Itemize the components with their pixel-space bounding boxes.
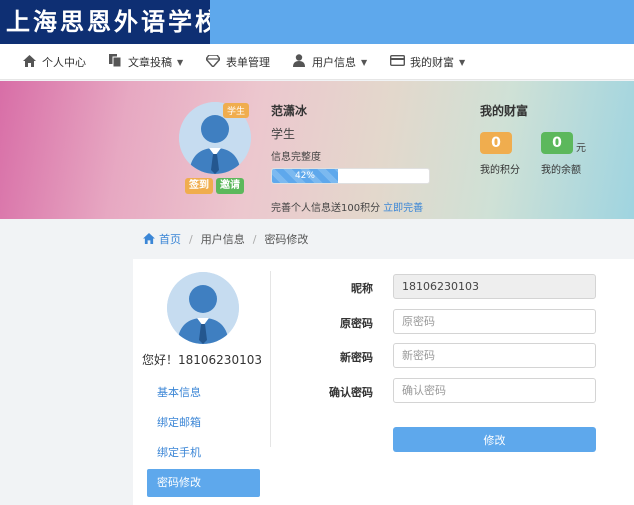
copy-icon xyxy=(108,54,122,70)
school-logo[interactable]: 上海思恩外语学校 xyxy=(0,0,210,44)
confirm-password-label: 确认密码 xyxy=(329,386,373,399)
top-header: 上海思恩外语学校 xyxy=(0,0,634,44)
nav-label: 我的财富 xyxy=(410,56,454,69)
settings-card: 您好！18106230103 基本信息 绑定邮箱 绑定手机 密码修改 昵称 原密… xyxy=(133,259,634,505)
sidebar-item-change-password[interactable]: 密码修改 xyxy=(147,469,260,497)
promo-message: 完善个人信息送100积分 xyxy=(271,203,381,214)
nav-item-form-manage[interactable]: 表单管理 xyxy=(205,44,270,80)
main-nav: 个人中心 文章投稿 ▼ 表单管理 用户信息 ▼ 我的财富 ▼ xyxy=(0,44,634,80)
promo-text: 完善个人信息送100积分 立即完善 xyxy=(271,199,423,214)
nav-label: 文章投稿 xyxy=(128,56,172,69)
sidebar-item-bind-email[interactable]: 绑定邮箱 xyxy=(147,409,260,437)
nav-item-user-info[interactable]: 用户信息 ▼ xyxy=(292,44,367,80)
user-role: 学生 xyxy=(271,127,296,141)
completion-label: 信息完整度 xyxy=(271,152,321,163)
balance-label: 我的余额 xyxy=(541,165,581,176)
user-avatar-icon xyxy=(167,272,239,344)
caret-down-icon: ▼ xyxy=(177,57,184,67)
role-badge: 学生 xyxy=(223,103,250,118)
points-value[interactable]: 0 xyxy=(480,132,512,154)
confirm-password-input[interactable] xyxy=(393,378,596,403)
diamond-icon xyxy=(205,53,221,70)
nav-label: 个人中心 xyxy=(42,56,86,69)
breadcrumb-current: 密码修改 xyxy=(264,233,309,246)
complete-now-link[interactable]: 立即完善 xyxy=(383,203,423,214)
old-password-label: 原密码 xyxy=(340,317,373,330)
breadcrumb-user-info[interactable]: 用户信息 xyxy=(201,231,245,247)
breadcrumb-separator: / xyxy=(252,232,257,246)
greeting: 您好！18106230103 xyxy=(142,353,262,367)
breadcrumb-home-label: 首页 xyxy=(159,233,181,246)
caret-down-icon: ▼ xyxy=(459,57,466,67)
submit-button[interactable]: 修改 xyxy=(393,427,596,452)
nav-item-article-submit[interactable]: 文章投稿 ▼ xyxy=(108,44,183,80)
nav-label: 用户信息 xyxy=(312,56,356,69)
sidebar-item-basic-info[interactable]: 基本信息 xyxy=(147,379,260,407)
breadcrumb-home[interactable]: 首页 xyxy=(143,231,181,247)
profile-banner: 学生 签到 邀请 范潇冰 学生 信息完整度 42% 完善个人信息送100积分 立即… xyxy=(0,81,634,219)
nav-item-my-wealth[interactable]: 我的财富 ▼ xyxy=(389,44,466,80)
balance-unit: 元 xyxy=(576,143,586,154)
user-name: 范潇冰 xyxy=(271,104,308,118)
new-password-input[interactable] xyxy=(393,343,596,368)
user-icon xyxy=(292,54,306,70)
caret-down-icon: ▼ xyxy=(361,57,368,67)
breadcrumb-separator: / xyxy=(189,232,193,246)
home-icon xyxy=(143,233,155,244)
points-label: 我的积分 xyxy=(480,165,520,176)
sidebar-item-bind-phone[interactable]: 绑定手机 xyxy=(147,439,260,467)
sign-in-button[interactable]: 签到 xyxy=(185,178,213,194)
completion-progress-fill: 42% xyxy=(272,169,338,183)
sidebar-avatar[interactable] xyxy=(167,272,239,344)
vertical-divider xyxy=(270,271,271,447)
nickname-label: 昵称 xyxy=(351,282,373,295)
nav-item-personal-center[interactable]: 个人中心 xyxy=(22,44,86,80)
home-icon xyxy=(22,54,36,70)
completion-progress-bar: 42% xyxy=(271,168,430,184)
wealth-title: 我的财富 xyxy=(480,104,529,118)
new-password-label: 新密码 xyxy=(340,351,373,364)
old-password-input[interactable] xyxy=(393,309,596,334)
breadcrumb: 首页 / 用户信息 / 密码修改 xyxy=(143,231,308,247)
nickname-field[interactable] xyxy=(393,274,596,299)
credit-card-icon xyxy=(389,54,406,69)
nav-label: 表单管理 xyxy=(226,56,270,69)
balance-value[interactable]: 0 xyxy=(541,132,573,154)
invite-button[interactable]: 邀请 xyxy=(216,178,244,194)
